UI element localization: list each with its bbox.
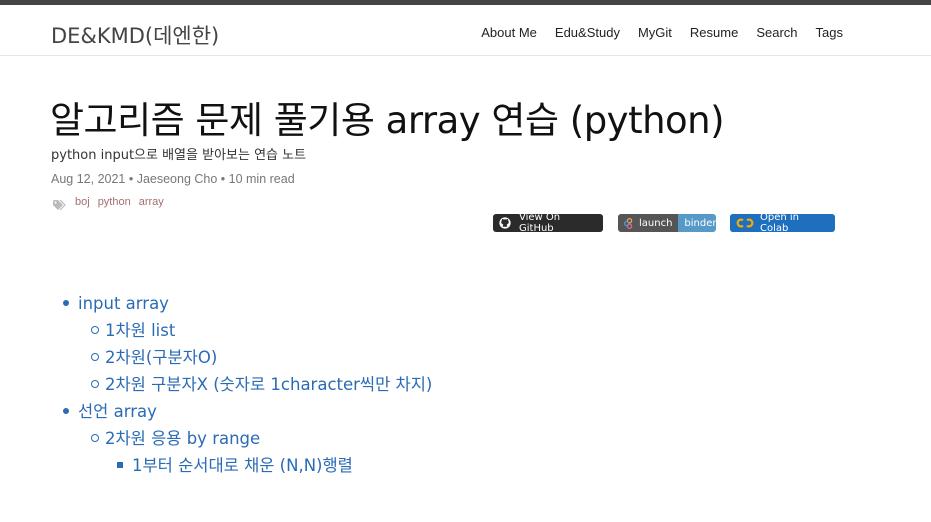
post-title: 알고리즘 문제 풀기용 array 연습 (python): [50, 99, 725, 142]
binder-badge-left: launch: [618, 214, 679, 232]
launch-binder-badge[interactable]: launch binder: [618, 214, 716, 232]
binder-badge-right: binder: [678, 214, 716, 232]
toc-subitem: 2차원 구분자X (숫자로 1character씩만 차지): [90, 371, 432, 398]
nav-edu-study[interactable]: Edu&Study: [555, 25, 620, 40]
nav-tags[interactable]: Tags: [816, 25, 843, 40]
binder-badge-launch-text: launch: [639, 217, 673, 229]
toc-sublist: 2차원 응용 by range 1부터 순서대로 채운 (N,N)행렬: [90, 425, 432, 479]
tag-boj[interactable]: boj: [75, 196, 90, 208]
toc-link-1d-list[interactable]: 1차원 list: [105, 321, 175, 340]
table-of-contents: input array 1차원 list 2차원(구분자O) 2차원 구분자X …: [62, 290, 432, 479]
site-header: DE&KMD(데엔한) About Me Edu&Study MyGit Res…: [0, 5, 931, 56]
toc-link-2d-delimiter[interactable]: 2차원(구분자O): [105, 348, 217, 367]
toc-link-input-array[interactable]: input array: [78, 294, 169, 313]
tag-array[interactable]: array: [139, 196, 164, 208]
nav-mygit[interactable]: MyGit: [638, 25, 672, 40]
toc-link-2d-range[interactable]: 2차원 응용 by range: [105, 429, 260, 448]
post-meta: Aug 12, 2021 • Jaeseong Cho • 10 min rea…: [51, 172, 295, 186]
toc-item: input array 1차원 list 2차원(구분자O) 2차원 구분자X …: [62, 290, 432, 398]
toc-subitem: 2차원(구분자O): [90, 344, 432, 371]
toc-link-2d-no-delimiter[interactable]: 2차원 구분자X (숫자로 1character씩만 차지): [105, 375, 432, 394]
toc-item: 선언 array 2차원 응용 by range 1부터 순서대로 채운 (N,…: [62, 398, 432, 479]
toc-subitem: 2차원 응용 by range 1부터 순서대로 채운 (N,N)행렬: [90, 425, 432, 479]
nav-search[interactable]: Search: [756, 25, 797, 40]
github-badge-label: View On GitHub: [519, 214, 561, 232]
tag-icon: [53, 197, 67, 211]
badge-row: View On GitHub launch binder Open in Col…: [0, 214, 931, 232]
post-description: python input으로 배열을 받아보는 연습 노트: [51, 148, 307, 163]
site-title-link[interactable]: DE&KMD(데엔한): [51, 20, 219, 50]
toc-list: input array 1차원 list 2차원(구분자O) 2차원 구분자X …: [62, 290, 432, 479]
toc-subsubitem: 1부터 순서대로 채운 (N,N)행렬: [116, 452, 432, 479]
toc-subsublist: 1부터 순서대로 채운 (N,N)행렬: [116, 452, 432, 479]
tag-python[interactable]: python: [98, 196, 131, 208]
github-icon: [493, 214, 517, 232]
colab-badge-label: Open in Colab: [760, 214, 800, 232]
post-tags: boj python array: [53, 196, 164, 211]
nav-about-me[interactable]: About Me: [481, 25, 537, 40]
nav-resume[interactable]: Resume: [690, 25, 738, 40]
view-on-github-badge[interactable]: View On GitHub: [493, 214, 603, 232]
open-in-colab-badge[interactable]: Open in Colab: [730, 214, 835, 232]
main-nav: About Me Edu&Study MyGit Resume Search T…: [481, 25, 843, 40]
colab-icon: [730, 214, 756, 232]
toc-link-declare-array[interactable]: 선언 array: [78, 402, 157, 421]
toc-subitem: 1차원 list: [90, 317, 432, 344]
toc-sublist: 1차원 list 2차원(구분자O) 2차원 구분자X (숫자로 1charac…: [90, 317, 432, 398]
binder-icon: [624, 217, 635, 229]
toc-link-nn-matrix[interactable]: 1부터 순서대로 채운 (N,N)행렬: [132, 456, 353, 475]
